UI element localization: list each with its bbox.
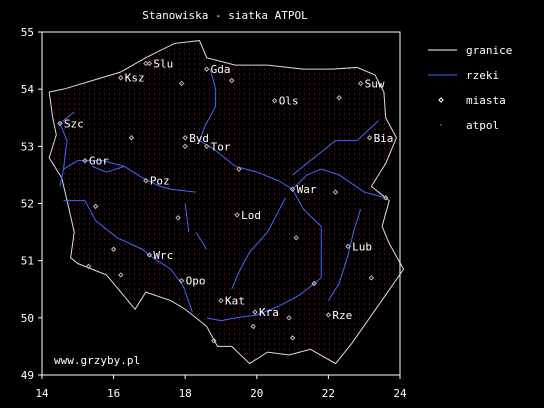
city-label: Ols	[279, 95, 299, 108]
legend-label: rzeki	[466, 69, 499, 82]
x-tick-label: 14	[35, 387, 49, 400]
y-tick-label: 49	[21, 369, 34, 382]
city-label: Gor	[89, 155, 109, 168]
y-tick-label: 55	[21, 26, 34, 39]
x-tick-label: 24	[393, 387, 407, 400]
atpol-map-chart: Stanowiska - siatka ATPOL Gda Slu Ksz Suw Ol…	[0, 0, 544, 408]
city-label: Ksz	[125, 72, 145, 85]
x-tick-label: 20	[250, 387, 263, 400]
city-label: Poz	[150, 175, 170, 188]
city-label: Rze	[332, 309, 352, 322]
city-label: Kra	[259, 306, 279, 319]
chart-title: Stanowiska - siatka ATPOL	[142, 9, 308, 22]
x-tick-label: 22	[322, 387, 335, 400]
legend-label: atpol	[466, 119, 499, 132]
city-label: Szc	[64, 117, 84, 130]
city-label: Wrc	[153, 249, 173, 262]
legend-label: granice	[466, 44, 512, 57]
city-label: Opo	[186, 275, 206, 288]
city-label: Kat	[225, 295, 245, 308]
city-label: War	[297, 183, 317, 196]
city-label: Suw	[365, 77, 385, 90]
y-tick-label: 52	[21, 198, 34, 211]
x-tick-label: 16	[107, 387, 120, 400]
chart-background	[0, 0, 544, 408]
legend-label: miasta	[466, 94, 506, 107]
city-label: Lod	[241, 209, 261, 222]
city-label: Tor	[211, 140, 231, 153]
city-label: Byd	[189, 132, 209, 145]
legend-swatch	[440, 124, 442, 126]
city-label: Slu	[153, 57, 173, 70]
y-tick-label: 54	[21, 83, 35, 96]
city-label: Bia	[374, 132, 394, 145]
y-tick-label: 51	[21, 255, 34, 268]
annotation-website: www.grzyby.pl	[54, 354, 140, 367]
y-tick-label: 53	[21, 140, 34, 153]
x-tick-label: 18	[179, 387, 192, 400]
y-tick-label: 50	[21, 312, 34, 325]
city-label: Gda	[211, 63, 231, 76]
city-label: Lub	[352, 240, 372, 253]
